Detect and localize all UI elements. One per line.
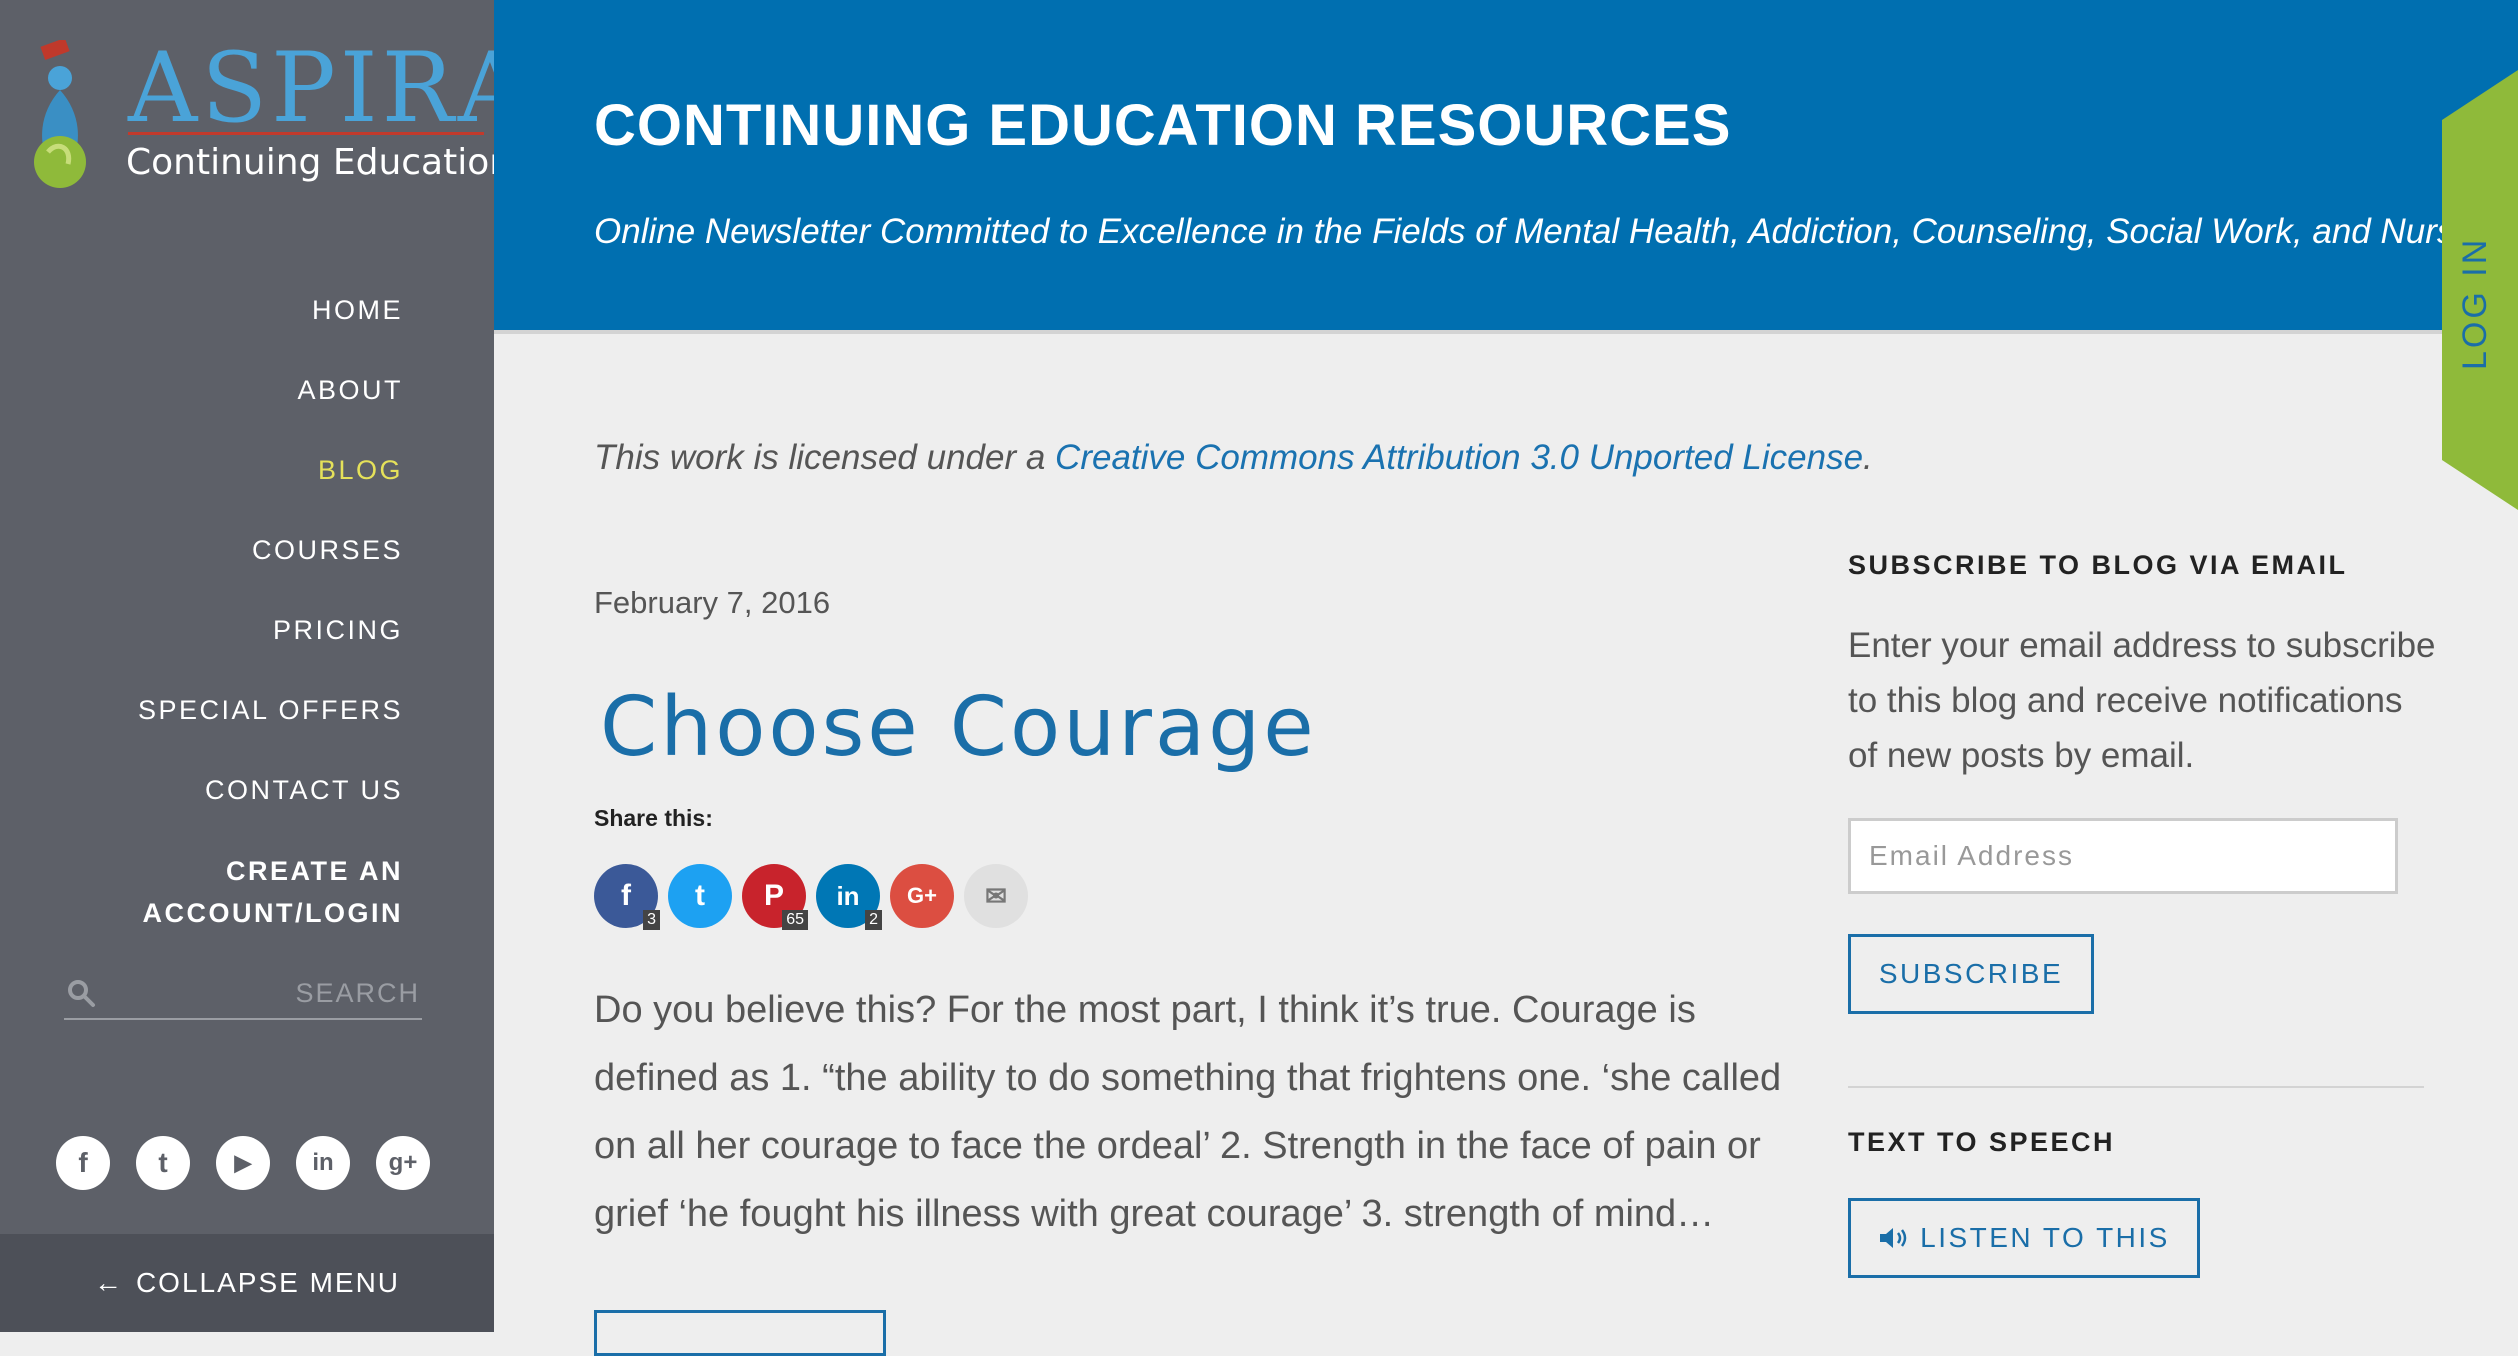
listen-to-this-button[interactable]: LISTEN TO THIS xyxy=(1848,1198,2200,1278)
subscribe-button-label: SUBSCRIBE xyxy=(1878,958,2064,989)
arrow-left-icon: ← xyxy=(93,1267,124,1298)
nav-home[interactable]: HOME xyxy=(138,290,403,370)
social-links: f t ▶ in g+ xyxy=(56,1136,430,1190)
email-share-glyph: ✉ xyxy=(985,880,1007,911)
speaker-icon xyxy=(1880,1228,1907,1248)
logo-figure-icon xyxy=(34,40,86,188)
license-notice: This work is licensed under a Creative C… xyxy=(594,438,1873,478)
nav-create-account-login[interactable]: CREATE AN ACCOUNT/LOGIN xyxy=(138,850,403,934)
pinterest-share-icon[interactable]: P 65 xyxy=(742,864,808,930)
facebook-share-glyph: f xyxy=(621,879,631,912)
facebook-share-icon[interactable]: f 3 xyxy=(594,864,660,930)
email-field[interactable] xyxy=(1848,818,2398,894)
linkedin-icon[interactable]: in xyxy=(296,1136,350,1190)
share-count: 3 xyxy=(643,910,660,930)
nav-pricing[interactable]: PRICING xyxy=(138,610,403,690)
subscribe-widget-title: SUBSCRIBE TO BLOG VIA EMAIL xyxy=(1848,550,2348,580)
widget-divider xyxy=(1848,1086,2424,1088)
twitter-icon[interactable]: t xyxy=(136,1136,190,1190)
share-label: Share this: xyxy=(594,805,713,831)
post-date: February 7, 2016 xyxy=(594,585,831,620)
nav-special-offers[interactable]: SPECIAL OFFERS xyxy=(138,690,403,770)
license-prefix: This work is licensed under a xyxy=(594,438,1056,477)
site-title: CONTINUING EDUCATION RESOURCES xyxy=(594,93,1732,158)
logo-wordmark: ASPIRA xyxy=(128,32,532,144)
youtube-icon[interactable]: ▶ xyxy=(216,1136,270,1190)
nav-contact-us[interactable]: CONTACT US xyxy=(138,770,403,850)
pinterest-share-glyph: P xyxy=(763,879,784,912)
listen-button-label: LISTEN TO THIS xyxy=(1920,1222,2170,1253)
license-link[interactable]: Creative Commons Attribution 3.0 Unporte… xyxy=(1055,438,1863,477)
read-more-button[interactable] xyxy=(594,1310,886,1356)
login-tab-label: LOG IN xyxy=(2456,236,2494,370)
sidebar: ASPIRA Continuing Education HOME ABOUT B… xyxy=(0,0,527,1332)
nav-account-line1: CREATE AN xyxy=(226,856,403,886)
collapse-menu-label: COLLAPSE MENU xyxy=(135,1267,401,1298)
facebook-icon[interactable]: f xyxy=(56,1136,110,1190)
subscribe-description: Enter your email address to subscribe to… xyxy=(1848,626,2436,775)
post-title[interactable]: Choose Courage xyxy=(600,680,1317,775)
share-count: 65 xyxy=(782,910,808,930)
googleplus-icon[interactable]: g+ xyxy=(376,1136,430,1190)
nav-courses[interactable]: COURSES xyxy=(138,530,403,610)
aspira-logo[interactable]: ASPIRA Continuing Education xyxy=(28,36,527,196)
email-share-icon[interactable]: ✉ xyxy=(964,864,1028,928)
search-input[interactable] xyxy=(118,972,422,1014)
nav-account-line2: ACCOUNT/LOGIN xyxy=(142,898,403,928)
twitter-share-glyph: t xyxy=(695,879,705,912)
subscribe-button[interactable]: SUBSCRIBE xyxy=(1848,934,2094,1014)
share-count: 2 xyxy=(865,910,882,930)
share-buttons: f 3 t P 65 in 2 G+ ✉ xyxy=(594,864,1028,930)
logo-tagline: Continuing Education xyxy=(126,142,513,183)
tts-widget-title: TEXT TO SPEECH xyxy=(1848,1127,2116,1157)
twitter-share-icon[interactable]: t xyxy=(668,864,732,928)
logo-underline xyxy=(128,132,484,135)
page-header: CONTINUING EDUCATION RESOURCES Online Ne… xyxy=(494,0,2518,334)
googleplus-share-icon[interactable]: G+ xyxy=(890,864,954,928)
sidebar-search xyxy=(64,970,422,1020)
login-tab[interactable]: LOG IN xyxy=(2442,70,2518,510)
googleplus-share-glyph: G+ xyxy=(907,883,937,908)
nav-blog[interactable]: BLOG xyxy=(138,450,403,530)
site-subtitle: Online Newsletter Committed to Excellenc… xyxy=(594,212,2502,251)
license-suffix: . xyxy=(1863,438,1873,477)
main-nav: HOME ABOUT BLOG COURSES PRICING SPECIAL … xyxy=(138,290,403,972)
nav-about[interactable]: ABOUT xyxy=(138,370,403,450)
collapse-menu-button[interactable]: ← COLLAPSE MENU xyxy=(0,1234,494,1332)
post-excerpt: Do you believe this? For the most part, … xyxy=(594,989,1782,1235)
search-icon xyxy=(68,980,95,1007)
linkedin-share-glyph: in xyxy=(836,880,860,911)
linkedin-share-icon[interactable]: in 2 xyxy=(816,864,882,930)
